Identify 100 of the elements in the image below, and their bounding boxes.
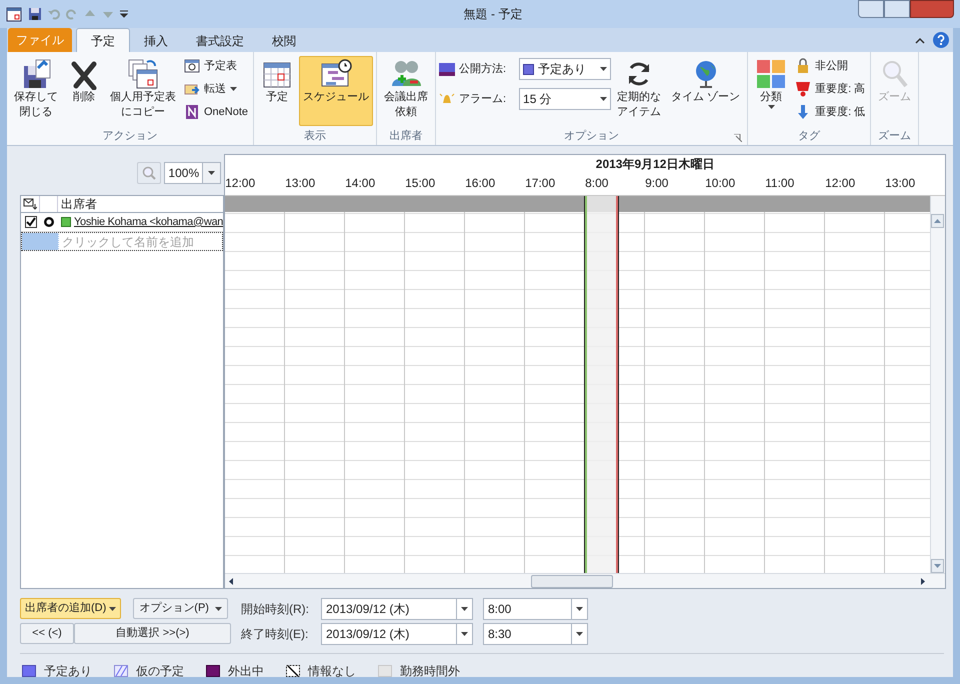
group-label: タグ (798, 128, 820, 144)
field-label: 終了時刻(E): (241, 626, 310, 643)
add-attendee-button[interactable]: 出席者の追加(D) (20, 598, 122, 619)
time-field[interactable]: 8:30 (483, 623, 588, 645)
calendar-search-icon (184, 58, 200, 74)
hour-label: 11:00 (765, 175, 796, 192)
dialog-launcher-icon[interactable] (734, 134, 742, 142)
previous-button[interactable]: << (<) (20, 623, 74, 644)
away-swatch-icon (206, 665, 220, 677)
options-button[interactable]: オプション(P) (133, 598, 228, 619)
ribbon-tab[interactable]: 予定 (76, 28, 130, 52)
field-label: 公開方法: (459, 62, 508, 77)
hour-label: 13:00 (885, 175, 916, 192)
presence-icon (61, 217, 71, 227)
exclamation-icon (795, 81, 812, 97)
categories-icon (755, 58, 788, 90)
caret-icon (600, 97, 608, 101)
group-label: 表示 (304, 128, 326, 144)
time-field[interactable]: 8:00 (483, 598, 588, 620)
caret-icon (461, 607, 468, 611)
ribbon-button[interactable]: 会議出席依頼 (380, 56, 432, 126)
close-button[interactable] (910, 0, 954, 18)
hour-label: 8:00 (585, 175, 610, 192)
ribbon-button[interactable]: 削除 (64, 56, 104, 126)
caret-icon (600, 67, 608, 71)
caret-icon (208, 171, 216, 175)
ribbon-button[interactable]: 定期的なアイテム (613, 56, 666, 126)
column-header: 出席者 (60, 196, 98, 212)
hour-label: 10:00 (705, 175, 736, 192)
maximize-button[interactable] (884, 0, 910, 18)
hour-label: 14:00 (345, 175, 376, 192)
legend-label: 情報なし (308, 663, 356, 677)
legend-label: 予定あり (44, 663, 92, 677)
ribbon-button[interactable]: 予定表 (182, 56, 250, 76)
hour-label: 16:00 (465, 175, 496, 192)
no-info-swatch-icon (286, 665, 300, 677)
caret-icon (576, 632, 583, 636)
selected-time-range[interactable] (585, 196, 618, 573)
ribbon-button[interactable]: 非公開 (793, 56, 868, 76)
caret-icon (230, 87, 237, 91)
ribbon-button[interactable]: 転送 (182, 79, 250, 99)
attendee-name[interactable]: Yoshie Kohama <kohama@wan (74, 214, 224, 230)
caret-icon (214, 606, 222, 610)
group-label: アクション (102, 128, 158, 144)
legend-label: 仮の予定 (136, 663, 184, 677)
show-as-icon (439, 61, 456, 77)
hour-label: 12:00 (825, 175, 856, 192)
ribbon-button[interactable]: 保存して閉じる (10, 56, 62, 126)
hour-label: 9:00 (645, 175, 670, 192)
date-field[interactable]: 2013/09/12 (木) (321, 598, 473, 620)
date-header: 2013年9月12日木曜日 (594, 156, 716, 173)
busy-swatch-icon (22, 665, 36, 677)
ribbon-tab[interactable]: 書式設定 (182, 30, 258, 52)
search-icon (142, 166, 156, 180)
minimize-button[interactable] (858, 0, 884, 18)
ribbon-button[interactable]: 予定 (257, 56, 298, 126)
save-icon[interactable] (28, 7, 42, 21)
ribbon-button[interactable]: タイム ゾーン (667, 56, 744, 126)
date-field[interactable]: 2013/09/12 (木) (321, 623, 473, 645)
dropdown-field[interactable]: 予定あり (519, 58, 612, 80)
caret-icon (109, 606, 116, 610)
customize-icon[interactable] (120, 10, 128, 18)
hour-label: 12:00 (225, 175, 256, 192)
attendee-type-icon[interactable] (43, 216, 55, 228)
group-label: 出席者 (390, 128, 423, 144)
ribbon-button[interactable]: OneNote (182, 102, 250, 122)
scroll-up-icon[interactable] (931, 214, 946, 228)
collapse-ribbon-icon[interactable] (915, 36, 925, 46)
vertical-scrollbar[interactable] (930, 196, 946, 573)
hour-label: 13:00 (285, 175, 316, 192)
copy-calendar-icon (127, 58, 159, 90)
ribbon-button[interactable]: 重要度: 低 (793, 102, 868, 122)
checkbox[interactable] (24, 216, 36, 228)
caret-icon (461, 632, 468, 636)
legend-label: 外出中 (228, 663, 264, 677)
dropdown-field[interactable]: 15 分 (519, 88, 612, 110)
hour-label: 17:00 (525, 175, 556, 192)
zoom-field[interactable]: 100% (164, 162, 222, 184)
caret-icon (768, 105, 775, 109)
ribbon-tab[interactable]: 校閲 (258, 30, 310, 52)
help-icon[interactable] (933, 32, 949, 48)
window-title: 無題 - 予定 (462, 6, 524, 23)
horizontal-scrollbar[interactable] (225, 573, 946, 588)
onenote-icon (184, 104, 200, 120)
ribbon-button[interactable]: 分類 (751, 56, 792, 126)
caret-icon (576, 607, 583, 611)
ribbon-tab[interactable]: 挿入 (130, 30, 182, 52)
field-label: アラーム: (459, 92, 508, 107)
calendar-icon[interactable] (6, 6, 22, 22)
auto-pick-button[interactable]: 自動選択 >>(>) (74, 623, 231, 644)
ribbon-button[interactable]: スケジュール (299, 56, 374, 126)
scroll-thumb[interactable] (531, 574, 614, 588)
group-label: オプション (564, 128, 620, 144)
zoom-button[interactable] (137, 162, 162, 184)
ribbon-button[interactable]: 重要度: 高 (793, 79, 868, 99)
ribbon-button[interactable]: 個人用予定表にコピー (106, 56, 180, 126)
legend-label: 勤務時間外 (400, 663, 460, 677)
add-name-field[interactable]: クリックして名前を追加 (21, 232, 224, 251)
hour-label: 15:00 (405, 175, 436, 192)
field-label: 開始時刻(R): (241, 601, 310, 618)
